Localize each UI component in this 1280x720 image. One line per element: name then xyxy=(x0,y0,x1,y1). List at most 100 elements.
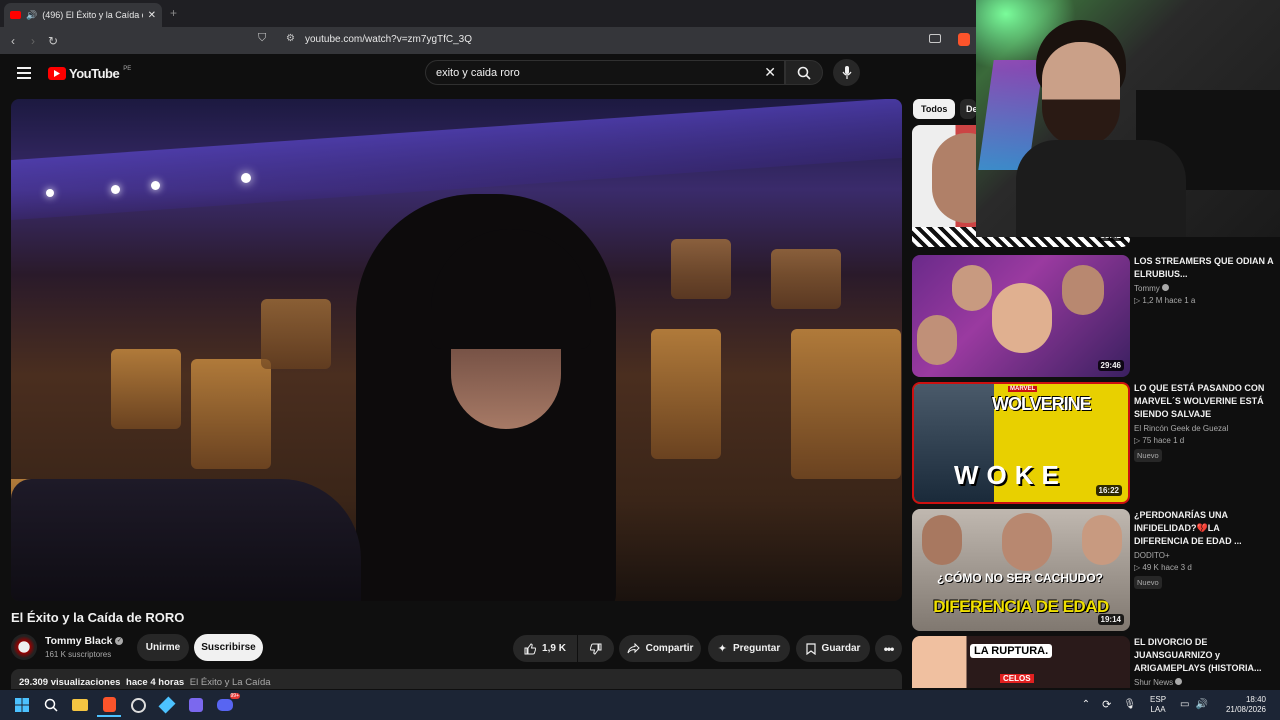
sparkle-icon: ✦ xyxy=(717,643,727,655)
chip-all[interactable]: Todos xyxy=(913,99,956,119)
bookmark-icon[interactable]: ⛉ xyxy=(258,32,266,45)
thumbnail-face xyxy=(1062,265,1104,315)
thumbnail-item-3[interactable]: ¿CÓMO NO SER CACHUDO? DIFERENCIA DE EDAD… xyxy=(912,509,1130,631)
thumbnail-celos-label: CELOS xyxy=(1000,674,1034,683)
webcam-overlay xyxy=(976,0,1280,237)
bookmark-icon xyxy=(805,642,816,655)
forward-icon[interactable]: › xyxy=(23,34,43,48)
address-bar[interactable]: youtube.com/watch?v=zm7ygTfC_3Q xyxy=(305,34,472,45)
thumbnail-marvel-label: MARVEL xyxy=(1008,386,1038,392)
search-icon xyxy=(797,66,811,80)
share-button[interactable]: Compartir xyxy=(619,635,701,662)
thumbnail-face xyxy=(992,283,1052,353)
channel-avatar[interactable] xyxy=(11,634,37,660)
brave-shield-icon[interactable] xyxy=(958,33,970,46)
thumbnail-edad-bottom-label: DIFERENCIA DE EDAD xyxy=(933,597,1109,616)
voice-search-button[interactable] xyxy=(833,59,860,86)
search-button[interactable] xyxy=(785,60,823,85)
menu-icon[interactable] xyxy=(17,64,31,82)
sidebar-item-1-info[interactable]: LOS STREAMERS QUE ODIAN A ELRUBIUS... To… xyxy=(1134,255,1274,305)
volume-icon[interactable]: 🔊 xyxy=(1196,700,1208,710)
stage-light xyxy=(151,181,160,190)
site-info-icon[interactable]: ⚙ xyxy=(286,33,295,44)
close-tab-icon[interactable]: ✕ xyxy=(148,10,156,21)
new-tab-button[interactable]: + xyxy=(170,6,177,20)
sidebar-channel: Shur News xyxy=(1134,678,1274,687)
sidebar-item-3-info[interactable]: ¿PERDONARÍAS UNA INFIDELIDAD?💔LA DIFEREN… xyxy=(1134,509,1274,590)
discord-icon[interactable]: 99+ xyxy=(213,693,240,717)
like-button[interactable]: 1,9 K xyxy=(513,635,577,662)
thumbnail-item-2[interactable]: MARVEL WOLVERINE WOKE 16:22 xyxy=(912,382,1130,504)
sync-icon[interactable]: ⟳ xyxy=(1102,700,1111,711)
seat xyxy=(671,239,731,299)
ask-button[interactable]: ✦ Preguntar xyxy=(708,635,790,662)
more-actions-button[interactable]: ••• xyxy=(875,635,902,662)
video-title: El Éxito y la Caída de RORO xyxy=(11,610,185,625)
thumbnail-face xyxy=(1082,515,1122,565)
microphone-icon xyxy=(842,66,851,79)
clear-search-icon[interactable]: ✕ xyxy=(764,64,776,81)
verified-icon xyxy=(1162,284,1170,291)
search-input[interactable]: exito y caida roro ✕ xyxy=(425,60,785,85)
thumbnail-edad-top-label: ¿CÓMO NO SER CACHUDO? xyxy=(937,571,1103,585)
search-icon[interactable] xyxy=(39,693,63,717)
sidebar-item-4-info[interactable]: EL DIVORCIO DE JUANSGUARNIZO y ARIGAMEPL… xyxy=(1134,636,1274,687)
language-indicator[interactable]: ESP LAA xyxy=(1150,695,1166,715)
sidebar-channel: Tommy xyxy=(1134,284,1274,293)
description-box[interactable]: 29.309 visualizaciones hace 4 horas El É… xyxy=(11,669,902,689)
chip-de[interactable]: De xyxy=(960,99,976,119)
thumbnail-woke-label: WOKE xyxy=(954,460,1067,490)
foreground-seat xyxy=(11,479,361,601)
obs-icon[interactable] xyxy=(126,693,150,717)
stage-light xyxy=(46,189,54,197)
seat xyxy=(791,329,901,479)
tab-title: (496) El Éxito y la Caída de R... xyxy=(42,10,142,20)
browser-tab[interactable]: 🔊 (496) El Éxito y la Caída de R... ✕ xyxy=(4,3,162,27)
microphone-icon[interactable]: 🎙 xyxy=(1123,700,1136,710)
sidebar-video-title[interactable]: ¿PERDONARÍAS UNA INFIDELIDAD?💔LA DIFEREN… xyxy=(1134,509,1274,548)
clock[interactable]: 18:40 21/08/2026 xyxy=(1226,695,1266,715)
duration-badge: 16:22 xyxy=(1095,485,1122,496)
channel-name[interactable]: Tommy Black ✓ xyxy=(45,635,124,647)
join-button[interactable]: Unirme xyxy=(137,634,189,661)
sidebar-video-title[interactable]: LOS STREAMERS QUE ODIAN A ELRUBIUS... xyxy=(1134,255,1274,281)
back-icon[interactable]: ‹ xyxy=(3,34,23,48)
thumbs-down-icon xyxy=(590,643,602,655)
dislike-button[interactable] xyxy=(578,635,614,662)
seat xyxy=(111,349,181,429)
sidebar-channel: DODITO+ xyxy=(1134,551,1170,560)
duration-badge: 29:46 xyxy=(1097,360,1124,371)
sidebar-views: ▷ 49 K hace 3 d xyxy=(1134,563,1192,572)
seat xyxy=(261,299,331,369)
file-explorer-icon[interactable] xyxy=(68,693,92,717)
brave-browser-icon[interactable] xyxy=(97,693,121,717)
save-button[interactable]: Guardar xyxy=(796,635,870,662)
youtube-logo[interactable]: YouTube PE xyxy=(48,66,131,81)
speaker-icon[interactable]: 🔊 xyxy=(26,10,37,21)
thumbnail-ruptura-label: LA RUPTURA. xyxy=(970,644,1053,658)
reload-icon[interactable]: ↻ xyxy=(43,34,63,48)
app-icon[interactable] xyxy=(155,693,179,717)
thumbnail-face xyxy=(1002,513,1052,571)
monitor-icon[interactable]: ▭ xyxy=(1180,700,1189,710)
thumbnail-item-4[interactable]: LA RUPTURA. CELOS xyxy=(912,636,1130,688)
thumbnail-face xyxy=(952,265,992,311)
stage-light xyxy=(111,185,120,194)
sidebar-views: ▷ 1,2 M hace 1 a xyxy=(1134,296,1196,305)
grid-app-icon[interactable] xyxy=(184,693,208,717)
thumbnail-item-1[interactable]: 29:46 xyxy=(912,255,1130,377)
subscriber-count: 161 K suscriptores xyxy=(45,650,112,659)
share-icon xyxy=(627,643,640,654)
sidebar-video-title[interactable]: LO QUE ESTÁ PASANDO CON MARVEL´S WOLVERI… xyxy=(1134,382,1274,421)
new-badge: Nuevo xyxy=(1134,449,1162,462)
subscribe-button[interactable]: Suscribirse xyxy=(194,634,263,661)
windows-start-icon[interactable] xyxy=(10,693,34,717)
chevron-up-icon[interactable]: ⌃ xyxy=(1082,700,1090,710)
video-player[interactable] xyxy=(11,99,902,601)
cast-icon[interactable] xyxy=(929,34,941,43)
thumbnail-face xyxy=(922,515,962,565)
sidebar-item-2-info[interactable]: LO QUE ESTÁ PASANDO CON MARVEL´S WOLVERI… xyxy=(1134,382,1274,463)
discord-badge: 99+ xyxy=(229,693,240,699)
thumbnail-face xyxy=(917,315,957,365)
sidebar-video-title[interactable]: EL DIVORCIO DE JUANSGUARNIZO y ARIGAMEPL… xyxy=(1134,636,1274,675)
